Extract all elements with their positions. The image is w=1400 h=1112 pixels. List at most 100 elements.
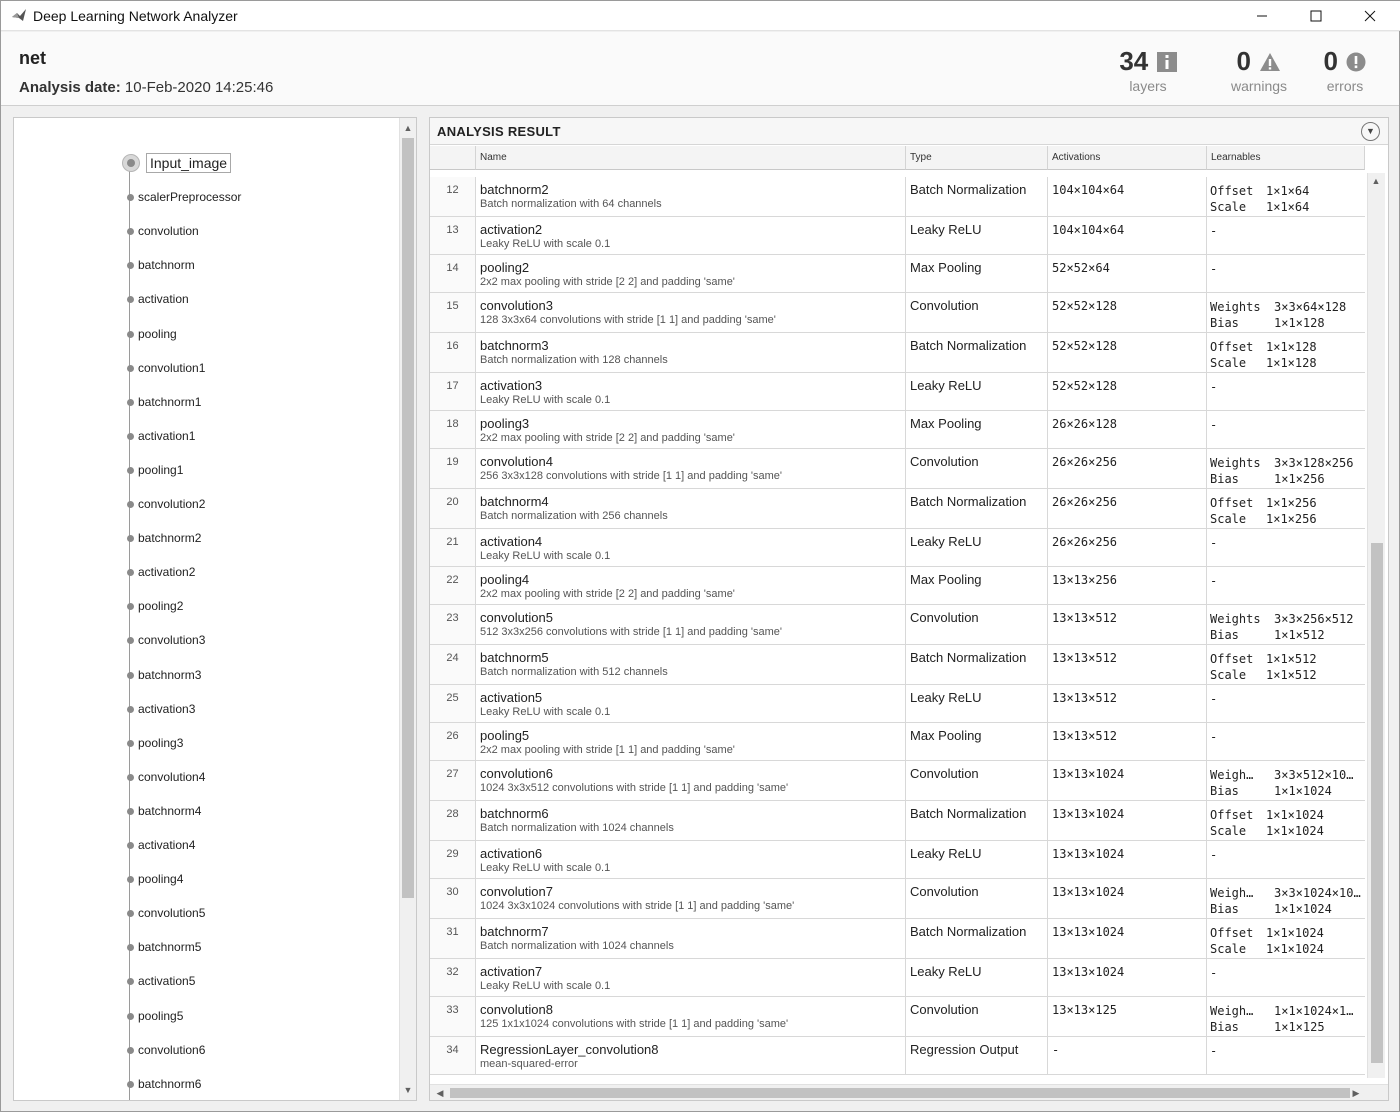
- node-marker-icon: [127, 1046, 134, 1054]
- layer-type: Convolution: [906, 761, 1048, 800]
- layer-description: 512 3x3x256 convolutions with stride [1 …: [480, 626, 783, 638]
- layer-activations: 13×13×125: [1048, 997, 1207, 1036]
- table-row[interactable]: 22 pooling4 2x2 max pooling with stride [2…: [430, 567, 1365, 605]
- graph-node-label: pooling5: [138, 1008, 184, 1023]
- table-horizontal-scrollbar[interactable]: ◀ ▶: [430, 1084, 1388, 1100]
- table-scroll-thumb[interactable]: [1371, 543, 1383, 1063]
- close-button[interactable]: [1343, 1, 1397, 31]
- layer-learnables: Weigh… 3×3×512×10… Bias 1×1×1024: [1207, 761, 1365, 800]
- layer-learnables: -: [1207, 529, 1365, 566]
- layer-name-cell: activation3 Leaky ReLU with scale 0.1: [476, 373, 906, 410]
- learnable-entry: Scale 1×1×128: [1210, 355, 1362, 371]
- learnable-entry: Weights 3×3×64×128: [1210, 299, 1362, 315]
- layer-description: Leaky ReLU with scale 0.1: [480, 980, 611, 992]
- table-row[interactable]: 28 batchnorm6 Batch normalization with 102…: [430, 801, 1365, 841]
- minimize-icon: [1257, 15, 1267, 17]
- learnable-entry: -: [1210, 847, 1362, 863]
- table-row[interactable]: 26 pooling5 2x2 max pooling with stride [1…: [430, 723, 1365, 761]
- learnable-entry: -: [1210, 573, 1362, 589]
- node-marker-icon: [127, 910, 134, 918]
- layer-name-cell: batchnorm2 Batch normalization with 64 ch…: [476, 177, 906, 216]
- table-row[interactable]: 32 activation7 Leaky ReLU with scale 0.1 Le…: [430, 959, 1365, 997]
- layer-description: 2x2 max pooling with stride [2 2] and pa…: [480, 588, 735, 600]
- table-row[interactable]: 34 RegressionLayer_convolution8 mean-squar…: [430, 1037, 1365, 1075]
- graph-node-label: batchnorm5: [138, 940, 202, 955]
- layer-name: convolution4: [480, 454, 553, 469]
- layer-description: Batch normalization with 64 channels: [480, 198, 662, 210]
- minimize-button[interactable]: [1235, 1, 1289, 31]
- table-row[interactable]: 18 pooling3 2x2 max pooling with stride [2…: [430, 411, 1365, 449]
- layer-type: Leaky ReLU: [906, 373, 1048, 410]
- learnable-entry: Bias 1×1×512: [1210, 627, 1362, 643]
- layer-activations: 13×13×512: [1048, 605, 1207, 644]
- learnable-name: Scale: [1210, 200, 1247, 214]
- learnable-name: Offset: [1210, 496, 1254, 510]
- table-row[interactable]: 16 batchnorm3 Batch normalization with 128…: [430, 333, 1365, 373]
- node-marker-icon: [127, 296, 134, 304]
- graph-scroll-thumb[interactable]: [402, 138, 414, 898]
- table-row[interactable]: 29 activation6 Leaky ReLU with scale 0.1 Le…: [430, 841, 1365, 879]
- table-row[interactable]: 17 activation3 Leaky ReLU with scale 0.1 Le…: [430, 373, 1365, 411]
- node-marker-icon: [127, 671, 134, 679]
- title-bar: Deep Learning Network Analyzer: [1, 1, 1400, 31]
- layer-activations: 13×13×1024: [1048, 761, 1207, 800]
- layer-activations: 52×52×128: [1048, 373, 1207, 410]
- table-row[interactable]: 14 pooling2 2x2 max pooling with stride [2…: [430, 255, 1365, 293]
- layer-description: 125 1x1x1024 convolutions with stride [1…: [480, 1018, 789, 1030]
- layer-type: Convolution: [906, 997, 1048, 1036]
- layer-name-cell: activation7 Leaky ReLU with scale 0.1: [476, 959, 906, 996]
- layer-description: Batch normalization with 512 channels: [480, 666, 668, 678]
- table-row[interactable]: 24 batchnorm5 Batch normalization with 512…: [430, 645, 1365, 685]
- layer-activations: 13×13×1024: [1048, 919, 1207, 958]
- layer-description: 1024 3x3x512 convolutions with stride [1…: [480, 782, 789, 794]
- layers-stat: 34 layers: [1113, 46, 1183, 94]
- layer-type: Batch Normalization: [906, 177, 1048, 216]
- column-header-activations[interactable]: Activations: [1048, 146, 1207, 170]
- layer-description: Leaky ReLU with scale 0.1: [480, 862, 611, 874]
- column-header-type[interactable]: Type: [906, 146, 1048, 170]
- table-vertical-scrollbar[interactable]: ▲: [1367, 173, 1385, 1078]
- scroll-right-icon[interactable]: ▶: [1348, 1085, 1364, 1100]
- layer-name: activation2: [480, 222, 543, 237]
- row-index: 24: [430, 645, 476, 684]
- layer-activations: 13×13×512: [1048, 645, 1207, 684]
- table-row[interactable]: 20 batchnorm4 Batch normalization with 256…: [430, 489, 1365, 529]
- learnable-name: Scale: [1210, 512, 1247, 526]
- table-row[interactable]: 21 activation4 Leaky ReLU with scale 0.1 Le…: [430, 529, 1365, 567]
- table-row[interactable]: 33 convolution8 125 1x1x1024 convolutions …: [430, 997, 1365, 1037]
- horizontal-scroll-thumb[interactable]: [450, 1088, 1350, 1098]
- layer-activations: 13×13×1024: [1048, 801, 1207, 840]
- table-row[interactable]: 15 convolution3 128 3x3x64 convolutions wi…: [430, 293, 1365, 333]
- graph-vertical-scrollbar[interactable]: ▲ ▼: [399, 118, 416, 1100]
- table-row[interactable]: 23 convolution5 512 3x3x256 convolutions w…: [430, 605, 1365, 645]
- layer-description: 1024 3x3x1024 convolutions with stride […: [480, 900, 795, 912]
- analysis-date-label: Analysis date:: [19, 79, 121, 96]
- node-marker-icon: [127, 535, 134, 543]
- analysis-result-panel: ANALYSIS RESULT ▼ Name Type Activations …: [429, 117, 1389, 1101]
- table-row[interactable]: 25 activation5 Leaky ReLU with scale 0.1 Le…: [430, 685, 1365, 723]
- analysis-date-value: 10-Feb-2020 14:25:46: [124, 79, 274, 96]
- collapse-button[interactable]: ▼: [1361, 122, 1380, 141]
- column-header-index[interactable]: [430, 146, 476, 170]
- scroll-up-icon[interactable]: ▲: [400, 120, 416, 136]
- graph-node-label: activation: [138, 292, 189, 307]
- learnable-entry: -: [1210, 223, 1362, 239]
- table-row[interactable]: 13 activation2 Leaky ReLU with scale 0.1 Le…: [430, 217, 1365, 255]
- table-row[interactable]: 19 convolution4 256 3x3x128 convolutions w…: [430, 449, 1365, 489]
- column-header-name[interactable]: Name: [476, 146, 906, 170]
- analysis-date: Analysis date: 10-Feb-2020 14:25:46: [19, 79, 273, 96]
- network-graph-panel[interactable]: Input_image scalerPreprocessor convolution…: [13, 117, 417, 1101]
- learnable-entry: Offset 1×1×64: [1210, 183, 1362, 199]
- maximize-button[interactable]: [1289, 1, 1343, 31]
- table-row[interactable]: 30 convolution7 1024 3x3x1024 convolutions…: [430, 879, 1365, 919]
- layer-type: Leaky ReLU: [906, 217, 1048, 254]
- scroll-down-icon[interactable]: ▼: [400, 1082, 416, 1098]
- learnable-name: Weigh…: [1210, 768, 1254, 782]
- table-row[interactable]: 27 convolution6 1024 3x3x512 convolutions …: [430, 761, 1365, 801]
- scroll-left-icon[interactable]: ◀: [432, 1085, 448, 1100]
- scroll-up-icon[interactable]: ▲: [1368, 173, 1384, 189]
- table-row[interactable]: 12 batchnorm2 Batch normalization with 64 …: [430, 177, 1365, 217]
- analysis-result-title: ANALYSIS RESULT: [437, 124, 561, 139]
- table-row[interactable]: 31 batchnorm7 Batch normalization with 102…: [430, 919, 1365, 959]
- column-header-learnables[interactable]: Learnables: [1207, 146, 1365, 170]
